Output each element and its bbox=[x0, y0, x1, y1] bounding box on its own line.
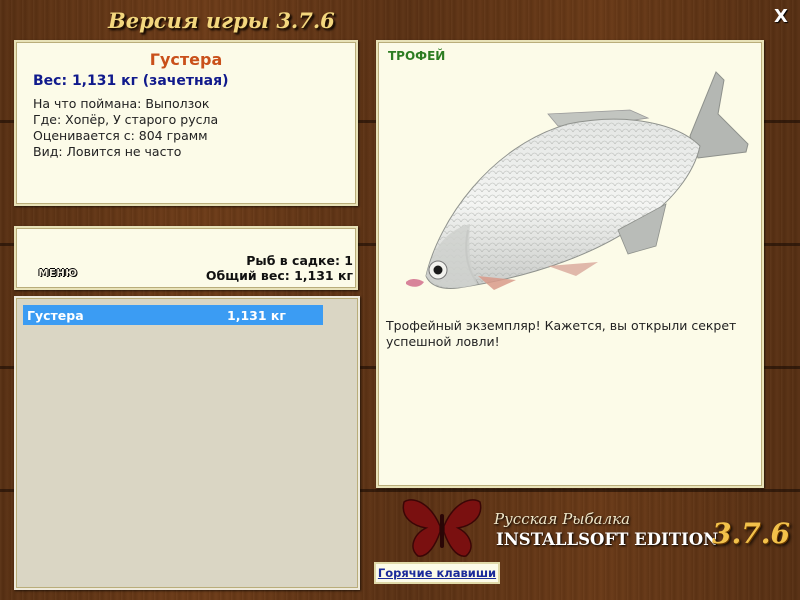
brand-title: Русская Рыбалка bbox=[494, 510, 631, 528]
list-item[interactable]: Густера 1,131 кг bbox=[23, 305, 323, 325]
brand-version: 3.7.6 bbox=[712, 517, 790, 550]
hotkeys-button[interactable]: Горячие клавиши bbox=[374, 562, 500, 584]
menu-button[interactable]: МЕНЮ bbox=[36, 268, 80, 280]
catch-list-panel: Густера 1,131 кг bbox=[14, 296, 360, 590]
list-item-weight: 1,131 кг bbox=[227, 308, 286, 323]
fish-description: Трофейный экземпляр! Кажется, вы открыли… bbox=[386, 318, 737, 349]
fish-weight: Вес: 1,131 кг (зачетная) bbox=[33, 73, 229, 89]
fish-name: Густера bbox=[149, 50, 223, 69]
list-item-name: Густера bbox=[27, 308, 84, 323]
fish-info-panel: Густера Вес: 1,131 кг (зачетная) На что … bbox=[14, 40, 358, 206]
butterfly-logo bbox=[402, 499, 482, 557]
window-title: Версия игры 3.7.6 bbox=[108, 8, 335, 33]
close-button[interactable]: X bbox=[770, 6, 792, 28]
brand-edition: INSTALLSOFT EDITION bbox=[496, 530, 719, 549]
species-line: Вид: Ловится не часто bbox=[33, 144, 182, 159]
fish-image bbox=[406, 71, 749, 290]
rating-line: Оценивается с: 804 грамм bbox=[33, 128, 208, 143]
location-line: Где: Хопёр, У старого русла bbox=[33, 112, 219, 127]
fish-view-panel: ТРОФЕЙ Трофейный экземпляр! Кажется, вы … bbox=[376, 40, 764, 488]
bait-line: На что поймана: Выползок bbox=[33, 96, 210, 111]
fish-count: Рыб в садке: 1 bbox=[246, 253, 353, 268]
keepnet-summary-panel: МЕНЮ Рыб в садке: 1 Общий вес: 1,131 кг bbox=[14, 226, 358, 290]
total-weight: Общий вес: 1,131 кг bbox=[205, 268, 353, 283]
